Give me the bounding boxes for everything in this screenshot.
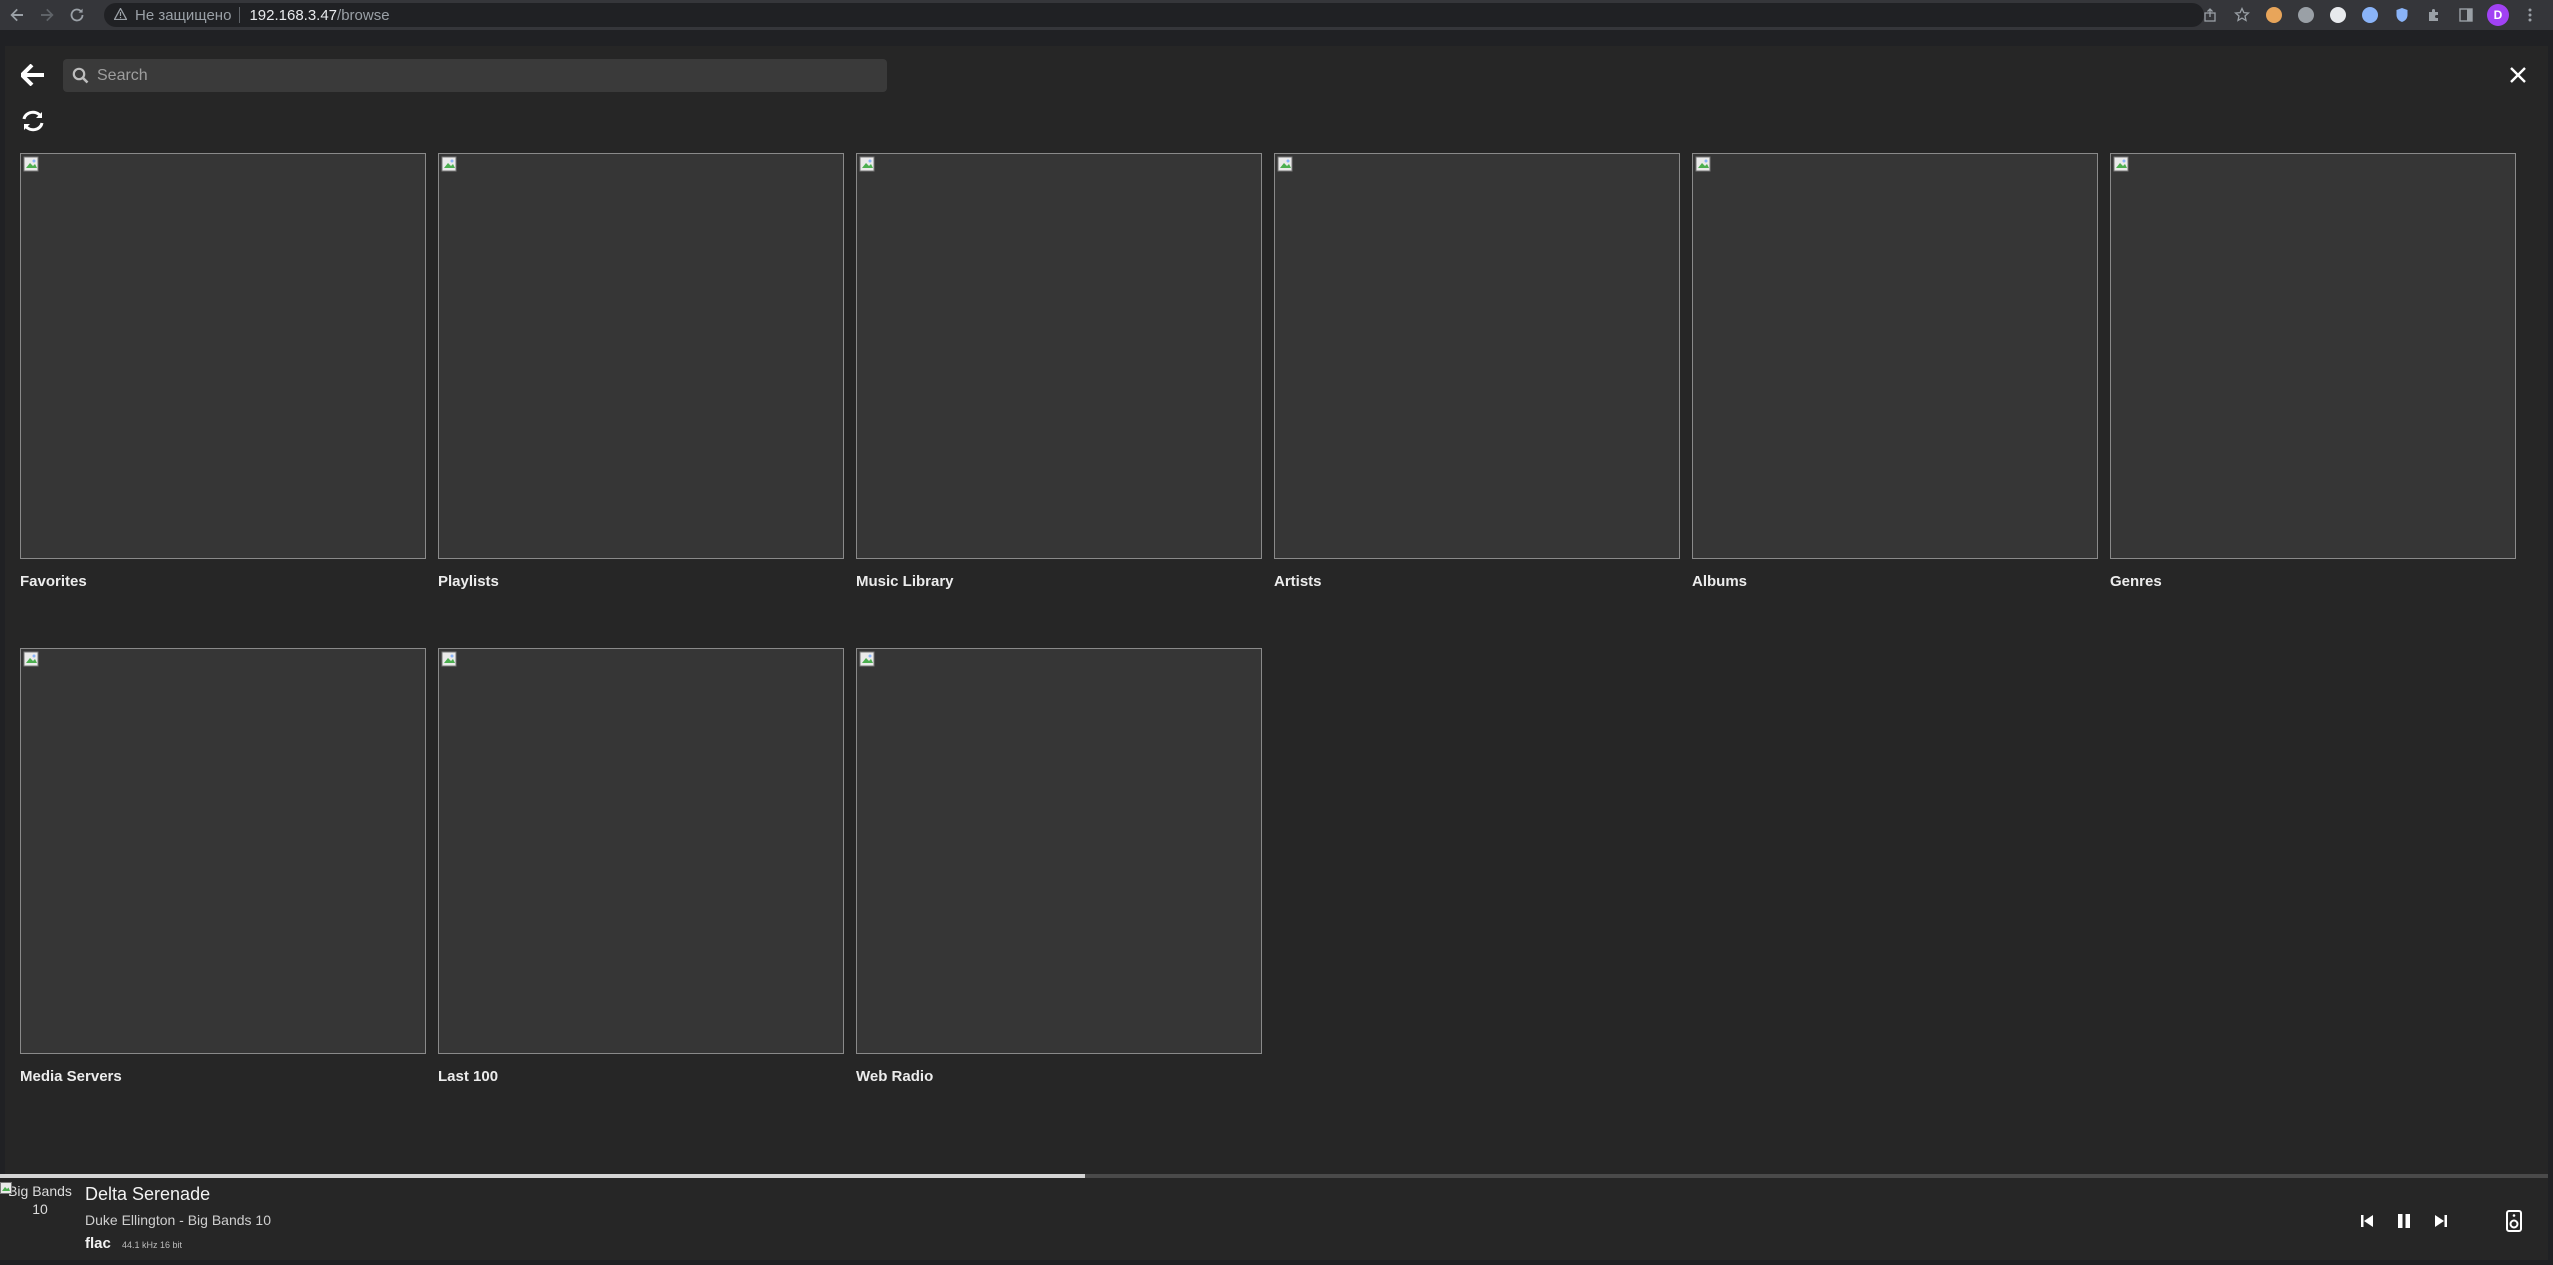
progress-fill [0, 1174, 1086, 1178]
refresh-icon[interactable] [17, 106, 49, 136]
broken-image-icon [0, 1182, 12, 1194]
tile-label: Favorites [20, 573, 87, 590]
search-input[interactable] [97, 59, 887, 92]
browser-reload-icon[interactable] [62, 0, 92, 30]
broken-image-icon [859, 651, 875, 667]
tile-artwork [438, 153, 844, 559]
extension-vpn-icon[interactable] [2291, 0, 2321, 30]
search-icon [63, 59, 97, 92]
album-cover[interactable]: Big Bands 10 [0, 1182, 80, 1226]
broken-image-icon [1277, 156, 1293, 172]
bookmark-star-icon[interactable] [2227, 0, 2257, 30]
profile-initial: D [2487, 4, 2509, 26]
tile-albums[interactable]: Albums [1692, 153, 2098, 591]
tile-last-100[interactable]: Last 100 [438, 648, 844, 1086]
broken-image-icon [23, 651, 39, 667]
address-bar[interactable]: Не защищено 192.168.3.47/browse [104, 3, 2204, 27]
extensions-puzzle-icon[interactable] [2419, 0, 2449, 30]
extension-blue-circle-icon[interactable] [2355, 0, 2385, 30]
browser-back-icon[interactable] [2, 0, 32, 30]
track-artist-album: Duke Ellington - Big Bands 10 [85, 1212, 271, 1228]
album-cover-alt-text: Big Bands 10 [8, 1183, 72, 1217]
tile-label: Artists [1274, 573, 1322, 590]
tile-genres[interactable]: Genres [2110, 153, 2516, 591]
browser-forward-icon[interactable] [32, 0, 62, 30]
broken-image-icon [1695, 156, 1711, 172]
next-track-icon[interactable] [2428, 1208, 2454, 1234]
tile-playlists[interactable]: Playlists [438, 153, 844, 591]
tile-artwork [856, 153, 1262, 559]
broken-image-icon [441, 156, 457, 172]
tile-label: Music Library [856, 573, 954, 590]
share-icon[interactable] [2195, 0, 2225, 30]
tile-favorites[interactable]: Favorites [20, 153, 426, 591]
broken-image-icon [23, 156, 39, 172]
tile-artwork [438, 648, 844, 1054]
tile-media-servers[interactable]: Media Servers [20, 648, 426, 1086]
tile-label: Genres [2110, 573, 2162, 590]
tile-web-radio[interactable]: Web Radio [856, 648, 1262, 1086]
browse-view: Favorites Playlists Music Library Artist… [5, 46, 2553, 1260]
browser-actions: D [2195, 0, 2553, 30]
speaker-icon[interactable] [2501, 1208, 2527, 1234]
profile-avatar[interactable]: D [2483, 0, 2513, 30]
broken-image-icon [859, 156, 875, 172]
progress-bar[interactable] [0, 1174, 2553, 1178]
audio-format: flac [85, 1235, 111, 1252]
pause-icon[interactable] [2391, 1208, 2417, 1234]
broken-image-icon [441, 651, 457, 667]
search-bar[interactable] [63, 59, 887, 92]
extension-cookie-icon[interactable] [2259, 0, 2289, 30]
broken-image-icon [2113, 156, 2129, 172]
url-host: 192.168.3.47 [249, 6, 338, 24]
not-secure-label: Не защищено [135, 6, 232, 24]
url-path: /browse [337, 6, 390, 24]
omnibox-divider [239, 7, 241, 23]
tile-label: Web Radio [856, 1068, 934, 1085]
browser-menu-icon[interactable] [2515, 0, 2545, 30]
now-playing-bar: Big Bands 10 Delta Serenade Duke Ellingt… [0, 1174, 2553, 1260]
tile-artwork [2110, 153, 2516, 559]
browser-toolbar: Не защищено 192.168.3.47/browse D [0, 0, 2553, 30]
tile-music-library[interactable]: Music Library [856, 153, 1262, 591]
side-panel-icon[interactable] [2451, 0, 2481, 30]
tile-artwork [1274, 153, 1680, 559]
tile-label: Albums [1692, 573, 1748, 590]
tile-label: Media Servers [20, 1068, 122, 1085]
extension-grammar-icon[interactable] [2323, 0, 2353, 30]
tile-label: Playlists [438, 573, 499, 590]
tile-artwork [20, 648, 426, 1054]
tile-artwork [856, 648, 1262, 1054]
right-gutter [2548, 30, 2553, 1260]
tile-artists[interactable]: Artists [1274, 153, 1680, 591]
warning-icon [113, 7, 128, 23]
tile-label: Last 100 [438, 1068, 499, 1085]
track-title: Delta Serenade [85, 1184, 211, 1204]
back-arrow-icon[interactable] [17, 60, 49, 90]
extension-shield-icon[interactable] [2387, 0, 2417, 30]
previous-track-icon[interactable] [2354, 1208, 2380, 1234]
tile-artwork [1692, 153, 2098, 559]
tile-artwork [20, 153, 426, 559]
audio-quality: 44.1 kHz 16 bit [122, 1240, 183, 1250]
category-grid: Favorites Playlists Music Library Artist… [20, 153, 2516, 1086]
close-icon[interactable] [2503, 60, 2533, 90]
